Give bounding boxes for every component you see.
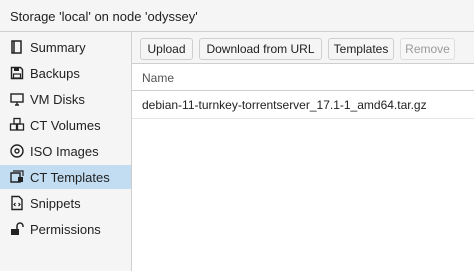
disc-icon: [9, 143, 25, 159]
sidebar-item-iso-images[interactable]: ISO Images: [0, 139, 131, 163]
sidebar: Summary Backups VM Disks CT Volumes ISO …: [0, 32, 132, 271]
sidebar-item-label: Summary: [30, 40, 86, 55]
download-from-url-button[interactable]: Download from URL: [199, 38, 322, 60]
sidebar-item-label: ISO Images: [30, 144, 99, 159]
window-header: Storage 'local' on node 'odyssey': [0, 0, 474, 32]
desktop-icon: [9, 91, 25, 107]
sidebar-item-label: VM Disks: [30, 92, 85, 107]
sidebar-item-ct-volumes[interactable]: CT Volumes: [0, 113, 131, 137]
sidebar-item-label: CT Volumes: [30, 118, 101, 133]
sidebar-item-label: Backups: [30, 66, 80, 81]
sidebar-item-permissions[interactable]: Permissions: [0, 217, 131, 241]
remove-button[interactable]: Remove: [400, 38, 455, 60]
floppy-icon: [9, 65, 25, 81]
unlock-icon: [9, 221, 25, 237]
template-icon: [9, 169, 25, 185]
sidebar-item-vm-disks[interactable]: VM Disks: [0, 87, 131, 111]
sidebar-item-summary[interactable]: Summary: [0, 35, 131, 59]
toolbar: Upload Download from URL Templates Remov…: [132, 32, 474, 64]
file-code-icon: [9, 195, 25, 211]
file-name-cell: debian-11-turnkey-torrentserver_17.1-1_a…: [142, 98, 427, 112]
templates-button[interactable]: Templates: [328, 38, 394, 60]
cubes-icon: [9, 117, 25, 133]
window-title: Storage 'local' on node 'odyssey': [10, 9, 198, 24]
sidebar-item-backups[interactable]: Backups: [0, 61, 131, 85]
sidebar-item-label: Snippets: [30, 196, 81, 211]
sidebar-item-label: Permissions: [30, 222, 101, 237]
sidebar-item-ct-templates[interactable]: CT Templates: [0, 165, 131, 189]
sidebar-item-label: CT Templates: [30, 170, 110, 185]
content-panel: Upload Download from URL Templates Remov…: [132, 32, 474, 271]
table-row[interactable]: debian-11-turnkey-torrentserver_17.1-1_a…: [132, 91, 474, 119]
grid-header: Name: [132, 64, 474, 91]
sidebar-item-snippets[interactable]: Snippets: [0, 191, 131, 215]
book-icon: [9, 39, 25, 55]
upload-button[interactable]: Upload: [140, 38, 193, 60]
column-header-name[interactable]: Name: [142, 71, 174, 85]
